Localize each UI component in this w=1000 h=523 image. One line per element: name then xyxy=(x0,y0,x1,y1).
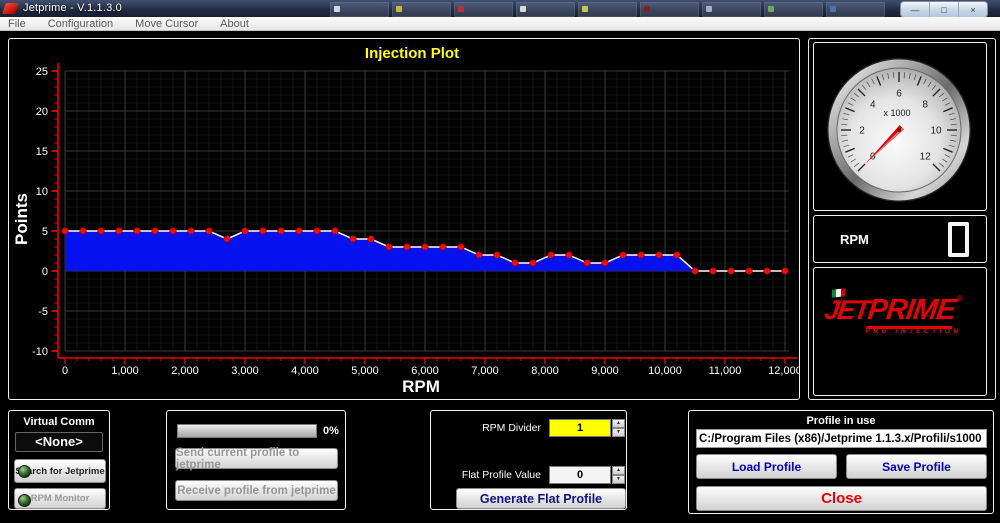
transfer-panel: 0% Send current profile to jetprime Rece… xyxy=(166,410,346,510)
menu-move-cursor[interactable]: Move Cursor xyxy=(124,17,209,31)
jetprime-logo: JETPRIME® PRO INJECTION xyxy=(821,294,981,335)
svg-text:5: 5 xyxy=(42,226,48,238)
menu-about[interactable]: About xyxy=(209,17,260,31)
svg-text:10,000: 10,000 xyxy=(648,365,682,377)
save-profile-button[interactable]: Save Profile xyxy=(846,454,987,479)
svg-text:3,000: 3,000 xyxy=(231,365,259,377)
svg-text:-5: -5 xyxy=(38,306,48,318)
taskbar-ghost xyxy=(826,2,885,17)
svg-text:0: 0 xyxy=(62,365,68,377)
rpm-monitor-button[interactable]: RPM Monitor xyxy=(14,488,106,509)
minimize-button[interactable]: — xyxy=(901,2,930,17)
jetprime-logo-panel: JETPRIME® PRO INJECTION xyxy=(813,267,987,396)
profile-path-field[interactable] xyxy=(696,429,987,448)
rpm-display-panel: RPM 0 xyxy=(813,215,987,263)
svg-text:Points: Points xyxy=(12,193,31,245)
svg-text:12: 12 xyxy=(920,152,932,163)
svg-text:6: 6 xyxy=(896,89,902,100)
taskbar-ghost xyxy=(640,2,699,17)
spinner-up-icon[interactable]: ▲ xyxy=(612,466,625,475)
injection-plot-panel: -10 -5 0 5 10 15 20 25 0 1,000 2,000 3,000 4,000 5,00… xyxy=(8,38,800,400)
taskbar-ghost xyxy=(454,2,513,17)
generate-flat-profile-button[interactable]: Generate Flat Profile xyxy=(456,488,626,509)
rpm-seven-segment-value: 0 xyxy=(948,222,969,257)
logo-tagline: PRO INJECTION xyxy=(821,328,962,335)
window-controls: — □ × xyxy=(900,1,988,18)
svg-text:25: 25 xyxy=(36,66,48,78)
svg-text:11,000: 11,000 xyxy=(709,365,742,377)
logo-prime-text: PRIME xyxy=(865,294,957,329)
svg-text:Injection Plot: Injection Plot xyxy=(365,45,459,62)
comm-port-selector[interactable]: <None> xyxy=(15,432,103,452)
restore-button[interactable]: □ xyxy=(930,2,959,17)
logo-jet-text: JET xyxy=(823,295,871,325)
svg-text:10: 10 xyxy=(930,126,942,137)
svg-text:20: 20 xyxy=(36,106,48,118)
close-window-button[interactable]: × xyxy=(959,2,987,17)
taskbar-ghost xyxy=(516,2,575,17)
profile-in-use-panel: Profile in use Load Profile Save Profile… xyxy=(688,410,994,514)
svg-text:2,000: 2,000 xyxy=(171,365,199,377)
svg-text:1,000: 1,000 xyxy=(111,365,139,377)
taskbar-ghost xyxy=(578,2,637,17)
svg-text:6,000: 6,000 xyxy=(411,365,439,377)
rpm-display-label: RPM xyxy=(840,232,948,247)
virtual-comm-title: Virtual Comm xyxy=(9,416,109,428)
svg-text:5,000: 5,000 xyxy=(351,365,379,377)
svg-text:x 1000: x 1000 xyxy=(883,108,910,118)
rpm-divider-spinner: ▲ ▼ xyxy=(612,419,625,437)
italian-flag-icon xyxy=(832,288,845,297)
transfer-progress-label: 0% xyxy=(323,425,339,437)
virtual-comm-panel: Virtual Comm <None> Search for Jetprime … xyxy=(8,410,110,510)
taskbar-ghost xyxy=(330,2,389,17)
spinner-down-icon[interactable]: ▼ xyxy=(612,475,625,484)
svg-text:8,000: 8,000 xyxy=(531,365,559,377)
taskbar-ghost xyxy=(764,2,823,17)
svg-text:0: 0 xyxy=(42,266,48,278)
send-profile-button[interactable]: Send current profile to jetprime xyxy=(175,448,338,469)
profile-in-use-title: Profile in use xyxy=(689,415,993,427)
svg-text:RPM: RPM xyxy=(402,377,440,396)
spinner-down-icon[interactable]: ▼ xyxy=(612,428,625,437)
search-for-jetprime-button[interactable]: Search for Jetprime xyxy=(14,459,106,483)
spinner-up-icon[interactable]: ▲ xyxy=(612,419,625,428)
svg-text:7,000: 7,000 xyxy=(471,365,499,377)
window-title: Jetprime - V.1.1.3.0 xyxy=(23,2,122,14)
menu-bar: File Configuration Move Cursor About xyxy=(0,17,1000,31)
svg-text:12,000: 12,000 xyxy=(768,365,799,377)
registered-mark-icon: ® xyxy=(956,294,963,303)
rpm-divider-input[interactable] xyxy=(549,419,611,437)
flat-profile-value-label: Flat Profile Value xyxy=(431,469,549,481)
monitor-button-label: RPM Monitor xyxy=(31,493,90,504)
led-icon xyxy=(18,465,31,478)
rpm-divider-label: RPM Divider xyxy=(431,422,549,434)
receive-profile-button[interactable]: Receive profile from jetprime xyxy=(175,480,338,501)
app-icon xyxy=(2,3,19,14)
taskbar-ghost xyxy=(702,2,761,17)
profile-tools-panel: RPM Divider ▲ ▼ Flat Profile Value ▲ ▼ G… xyxy=(430,410,627,510)
flat-profile-value-input[interactable] xyxy=(549,466,611,484)
led-icon xyxy=(18,494,31,507)
menu-file[interactable]: File xyxy=(8,17,37,31)
transfer-progress-bar xyxy=(177,424,317,438)
svg-text:8: 8 xyxy=(922,99,928,110)
menu-configuration[interactable]: Configuration xyxy=(37,17,124,31)
svg-text:15: 15 xyxy=(36,146,48,158)
tachometer-panel: 024681012x 1000 xyxy=(813,42,987,211)
taskbar-ghost xyxy=(392,2,451,17)
flat-value-spinner: ▲ ▼ xyxy=(612,466,625,484)
taskbar-ghost-items xyxy=(330,2,885,15)
tachometer-gauge: 024681012x 1000 xyxy=(814,43,986,210)
svg-text:10: 10 xyxy=(36,186,48,198)
svg-text:-10: -10 xyxy=(32,346,48,358)
close-button[interactable]: Close xyxy=(696,486,987,511)
load-profile-button[interactable]: Load Profile xyxy=(696,454,837,479)
svg-text:2: 2 xyxy=(859,126,865,137)
svg-text:9,000: 9,000 xyxy=(591,365,619,377)
svg-text:4,000: 4,000 xyxy=(291,365,319,377)
svg-text:4: 4 xyxy=(870,99,876,110)
injection-plot-chart[interactable]: -10 -5 0 5 10 15 20 25 0 1,000 2,000 3,000 4,000 5,00… xyxy=(9,39,799,399)
title-bar: Jetprime - V.1.1.3.0 — □ × xyxy=(0,0,1000,17)
